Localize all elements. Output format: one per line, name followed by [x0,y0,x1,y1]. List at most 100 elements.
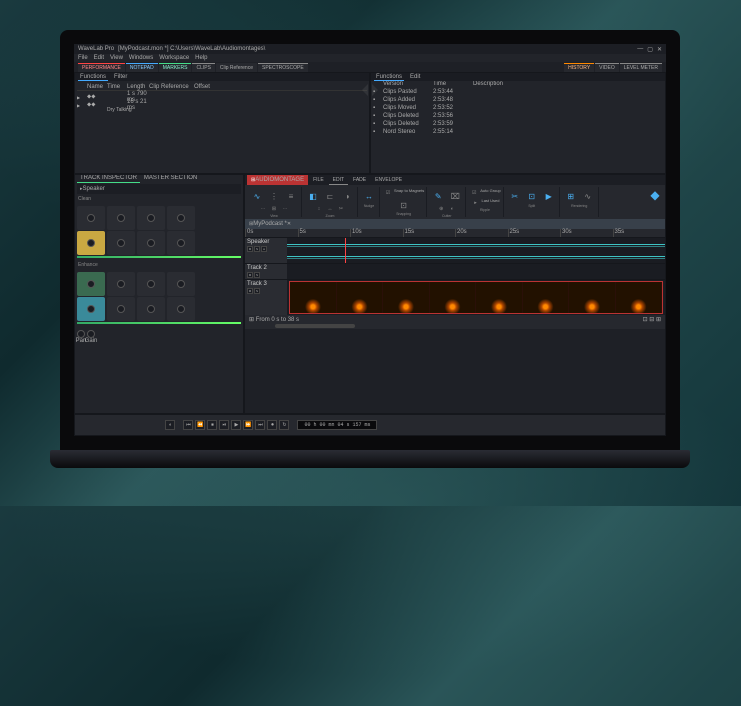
channel-strip[interactable]: ▸ Speaker [77,184,241,194]
tab-clips[interactable]: CLIPS [192,63,214,72]
fx-lane[interactable]: Speaker [287,264,665,279]
close-button[interactable]: ✕ [657,46,662,53]
maximize-button[interactable]: ▢ [647,46,653,53]
fx-slot[interactable] [107,297,135,321]
menu-view[interactable]: View [110,55,123,61]
tab-spectro[interactable]: SPECTROSCOPE [258,63,308,72]
video-clip[interactable] [289,281,663,314]
split-icon[interactable]: ⊡ [524,188,540,204]
fx-slot[interactable] [167,231,195,255]
view-btn[interactable]: ⋯ [258,204,268,214]
cut-btn[interactable]: ◐ [447,204,457,214]
play-button[interactable]: ▶ [231,420,241,430]
tab-master[interactable]: MASTER SECTION [141,175,200,183]
stop-button[interactable]: ⏹ [207,420,217,430]
zoom-icon[interactable]: ◑ [339,188,355,204]
track-header[interactable]: Track 2 MS [245,264,287,279]
record-button[interactable]: ⏺ [267,420,277,430]
tab-history[interactable]: HISTORY [564,63,594,72]
view-btn[interactable]: ⋯ [280,204,290,214]
solo-button[interactable]: S [254,288,260,294]
view-wave-icon[interactable]: ∿ [249,188,265,204]
tab-notepad[interactable]: NOTEPAD [126,63,158,72]
forward-button[interactable]: ⏩ [243,420,253,430]
render-icon[interactable]: ⊞ [563,188,579,204]
editor-tab-montage[interactable]: ⊞ AUDIOMONTAGE [247,175,308,185]
horizontal-scrollbar[interactable] [245,323,665,329]
view-icon[interactable]: ≡ [283,188,299,204]
mute-button[interactable]: M [247,288,253,294]
tab-video[interactable]: VIDEO [595,63,619,72]
mute-button[interactable]: M [247,246,253,252]
mute-button[interactable]: M [247,272,253,278]
history-row[interactable]: ▪Nord Stereo2:55:14 [371,129,665,137]
markers-filter[interactable]: Filter [112,74,129,80]
ripple-btn[interactable]: ▸ [470,198,480,208]
ripple-checkbox[interactable]: ☑ [469,188,479,198]
fx-slot[interactable] [137,231,165,255]
minimize-button[interactable]: — [637,46,643,52]
fx-slot[interactable] [167,297,195,321]
fx-slot-active[interactable] [77,272,105,296]
tab-level[interactable]: LEVEL METER [620,63,662,72]
status-zoom[interactable]: ⊡ ⊟ ⊞ [643,316,661,323]
solo-button[interactable]: S [254,272,260,278]
magnet-icon[interactable]: ⊡ [396,198,412,212]
track-header[interactable]: Track 3 MS [245,280,287,315]
view-btn[interactable]: ⊞ [269,204,279,214]
solo-button[interactable]: S [254,246,260,252]
time-ruler[interactable]: 0s5s10s15s20s25s30s35s [245,229,665,237]
history-row[interactable]: ▪Clips Moved2:53:52 [371,105,665,113]
skip-start-button[interactable]: ⏮ [183,420,193,430]
fx-slot[interactable] [77,206,105,230]
tab-inspector[interactable]: TRACK INSPECTOR [77,175,140,183]
ribbon-tab-envelope[interactable]: ENVELOPE [371,175,406,185]
marker-row[interactable]: ▶⬥⬥16 s 21 ms [77,99,367,107]
diamond-icon[interactable]: ◆ [647,187,663,203]
split-icon[interactable]: ▶ [541,188,557,204]
render-icon[interactable]: ∿ [580,188,596,204]
zoom-btn[interactable]: ↔ [325,204,335,214]
rewind-button[interactable]: ⏪ [195,420,205,430]
pause-button[interactable]: ⏯ [219,420,229,430]
nudge-icon[interactable]: ↔ [361,188,377,204]
zoom-btn[interactable]: ✂ [336,204,346,214]
fx-slot[interactable] [137,297,165,321]
history-edit[interactable]: Edit [408,74,422,80]
split-icon[interactable]: ✂ [507,188,523,204]
tab-markers[interactable]: MARKERS [159,63,192,72]
track-header[interactable]: Speaker MS● [245,238,287,263]
fx-slot-active[interactable] [77,297,105,321]
menu-windows[interactable]: Windows [129,55,153,61]
tab-clipref[interactable]: Clip Reference [216,63,257,72]
pencil-icon[interactable]: ✎ [430,188,446,204]
fx-slot[interactable] [167,206,195,230]
menu-help[interactable]: Help [195,55,207,61]
fx-slot-active[interactable] [77,231,105,255]
zoom-icon[interactable]: ◧ [305,188,321,204]
fx-slot[interactable] [107,231,135,255]
menu-file[interactable]: File [78,55,88,61]
fx-slot[interactable] [107,206,135,230]
cut-btn[interactable]: ⊕ [436,204,446,214]
history-row[interactable]: ▪Clips Added2:53:48 [371,97,665,105]
fx-slot[interactable] [167,272,195,296]
history-row[interactable]: ▪Clips Deleted2:53:59 [371,121,665,129]
fx-slot[interactable] [137,206,165,230]
document-tab[interactable]: ⊞ MyPodcast * ✕ [245,219,665,229]
history-row[interactable]: ▪Clips Pasted2:53:44 [371,89,665,97]
jog-button[interactable]: ◐ [165,420,175,430]
ribbon-tab-fade[interactable]: FADE [349,175,370,185]
gain-knob[interactable]: Gain [87,330,95,344]
marker-row[interactable]: ▶⬥⬥1 s 790 ms [77,91,367,99]
erase-icon[interactable]: ⌧ [447,188,463,204]
menu-workspace[interactable]: Workspace [159,55,189,61]
history-row[interactable]: ▪Clips Deleted2:53:56 [371,113,665,121]
view-icon[interactable]: ⋮ [266,188,282,204]
fx-slot[interactable] [107,272,135,296]
skip-end-button[interactable]: ⏭ [255,420,265,430]
playhead[interactable] [345,238,346,263]
snap-checkbox[interactable]: ☑ [383,188,393,198]
ribbon-tab-file[interactable]: FILE [309,175,328,185]
rec-button[interactable]: ● [261,246,267,252]
